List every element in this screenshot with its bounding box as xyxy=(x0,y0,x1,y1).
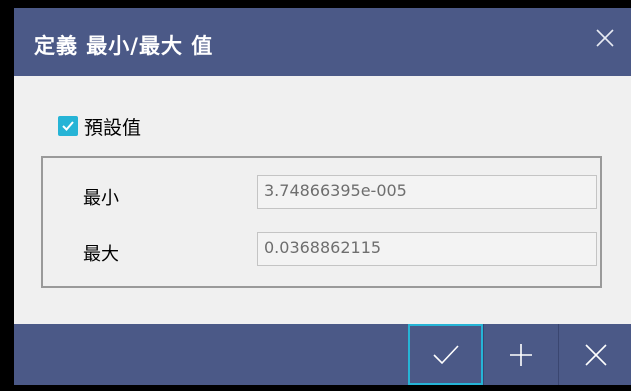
plus-icon xyxy=(509,343,532,366)
add-button[interactable] xyxy=(483,324,558,385)
ok-button[interactable] xyxy=(408,324,483,385)
button-bar xyxy=(14,324,631,385)
title-bar: 定義 最小/最大 值 xyxy=(14,8,631,76)
max-label: 最大 xyxy=(83,244,119,265)
close-icon xyxy=(584,343,607,366)
default-value-label: 預設值 xyxy=(84,116,142,139)
cancel-button[interactable] xyxy=(558,324,631,385)
dialog-title: 定義 最小/最大 值 xyxy=(34,34,214,58)
checkmark-icon xyxy=(432,344,459,364)
min-max-dialog: 定義 最小/最大 值 預設值 最小 最大 xyxy=(14,8,631,385)
min-value-input[interactable] xyxy=(257,175,597,209)
min-label: 最小 xyxy=(83,188,119,209)
checkmark-icon xyxy=(62,121,74,131)
close-icon xyxy=(596,29,614,47)
default-value-checkbox-row[interactable]: 預設值 xyxy=(58,113,141,139)
title-close-button[interactable] xyxy=(587,20,623,56)
max-value-input[interactable] xyxy=(257,232,597,266)
default-value-checkbox[interactable] xyxy=(58,116,78,136)
range-groupbox: 最小 最大 xyxy=(41,156,602,288)
